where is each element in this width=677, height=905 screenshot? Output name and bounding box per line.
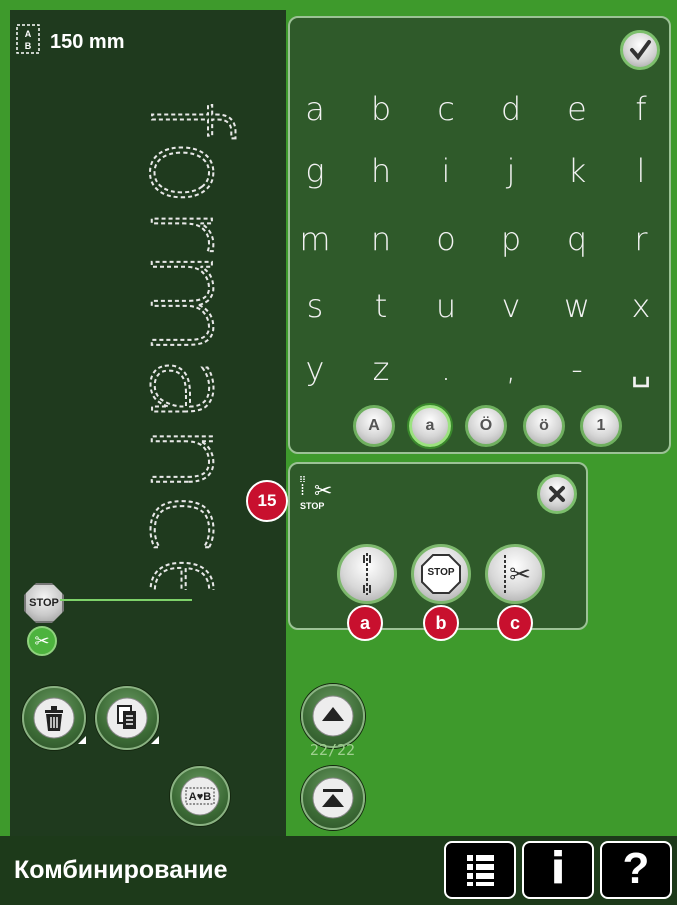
close-icon — [549, 486, 565, 502]
callout-15: 15 — [246, 480, 288, 522]
key-4[interactable]: d — [486, 90, 536, 128]
mode-button-4[interactable]: ö — [523, 405, 565, 447]
key-18[interactable]: r — [616, 220, 666, 258]
help-icon: ? — [622, 844, 650, 893]
key-8[interactable]: h — [356, 152, 406, 190]
key-3[interactable]: c — [421, 90, 471, 128]
key-29[interactable]: - — [552, 350, 602, 388]
checkmark-icon — [630, 40, 651, 61]
key-19[interactable]: s — [290, 287, 340, 325]
key-17[interactable]: q — [552, 220, 602, 258]
tie-off-button[interactable] — [337, 544, 397, 604]
key-14[interactable]: n — [356, 220, 406, 258]
scissors-icon: ✂ — [504, 555, 531, 593]
key-28[interactable]: , — [486, 350, 536, 388]
key-22[interactable]: v — [486, 287, 536, 325]
svg-text:A♥B: A♥B — [189, 791, 211, 803]
scroll-top-button[interactable] — [301, 766, 365, 830]
copy-menu-arrow-icon — [151, 736, 159, 744]
stop-line — [60, 599, 192, 601]
menu-button[interactable] — [444, 841, 516, 899]
callout-c: c — [497, 605, 533, 641]
cut-marker-icon[interactable]: ✂ — [27, 626, 57, 656]
svg-text:✂: ✂ — [509, 560, 531, 590]
program-label: STOP — [300, 501, 325, 511]
key-11[interactable]: k — [552, 152, 602, 190]
stitch-preview: formance — [125, 99, 255, 590]
page-title: Комбинирование — [14, 856, 228, 884]
key-16[interactable]: p — [486, 220, 536, 258]
text-length-value: 150 mm — [50, 31, 125, 53]
scroll-up-button[interactable] — [301, 684, 365, 748]
text-edit-icon: A♥B — [180, 776, 220, 816]
key-25[interactable]: y — [290, 350, 340, 388]
copy-button[interactable] — [95, 686, 159, 750]
key-13[interactable]: m — [290, 220, 340, 258]
stop-button-label: STOP — [427, 567, 455, 578]
callout-b: b — [423, 605, 459, 641]
help-button[interactable]: ? — [600, 841, 672, 899]
callout-a: a — [347, 605, 383, 641]
mode-button-2[interactable]: a — [409, 405, 451, 447]
mode-button-5[interactable]: 1 — [580, 405, 622, 447]
list-menu-icon — [467, 855, 494, 886]
tie-off-icon — [363, 553, 371, 595]
key-12[interactable]: l — [616, 152, 666, 190]
arrow-to-top-icon — [312, 777, 354, 819]
key-23[interactable]: w — [552, 287, 602, 325]
svg-text:B: B — [25, 41, 32, 51]
key-6[interactable]: f — [616, 90, 666, 128]
copy-icon — [106, 697, 148, 739]
arrow-up-icon — [312, 695, 354, 737]
thread-cut-button[interactable]: ✂ — [485, 544, 545, 604]
delete-button[interactable] — [22, 686, 86, 750]
key-15[interactable]: o — [421, 220, 471, 258]
key-7[interactable]: g — [290, 152, 340, 190]
keyboard-panel — [288, 16, 671, 454]
key-10[interactable]: j — [486, 152, 536, 190]
key-1[interactable]: a — [290, 90, 340, 128]
key-5[interactable]: e — [552, 90, 602, 128]
key-30[interactable]: ␣ — [616, 350, 666, 388]
key-20[interactable]: t — [356, 287, 406, 325]
key-21[interactable]: u — [421, 287, 471, 325]
page-indicator: 22/22 — [309, 741, 356, 759]
svg-text:A: A — [25, 29, 32, 39]
confirm-button[interactable] — [620, 30, 660, 70]
key-2[interactable]: b — [356, 90, 406, 128]
mode-button-1[interactable]: A — [353, 405, 395, 447]
key-27[interactable]: . — [421, 350, 471, 388]
text-length-icon: A B — [16, 24, 40, 54]
mode-button-3[interactable]: Ö — [465, 405, 507, 447]
program-icon: ✂ STOP — [294, 474, 338, 516]
key-24[interactable]: x — [616, 287, 666, 325]
info-button[interactable]: i — [522, 841, 594, 899]
close-button[interactable] — [537, 474, 577, 514]
key-26[interactable]: z — [356, 350, 406, 388]
stop-marker-label: STOP — [29, 597, 59, 609]
key-9[interactable]: i — [421, 152, 471, 190]
text-editor-button[interactable]: A♥B — [170, 766, 230, 826]
delete-menu-arrow-icon — [78, 736, 86, 744]
trash-icon — [33, 697, 75, 739]
preview-word: formance — [126, 100, 254, 590]
info-icon: i — [550, 843, 566, 894]
stop-button[interactable]: STOP — [411, 544, 471, 604]
stop-marker-icon[interactable]: STOP — [24, 583, 64, 623]
